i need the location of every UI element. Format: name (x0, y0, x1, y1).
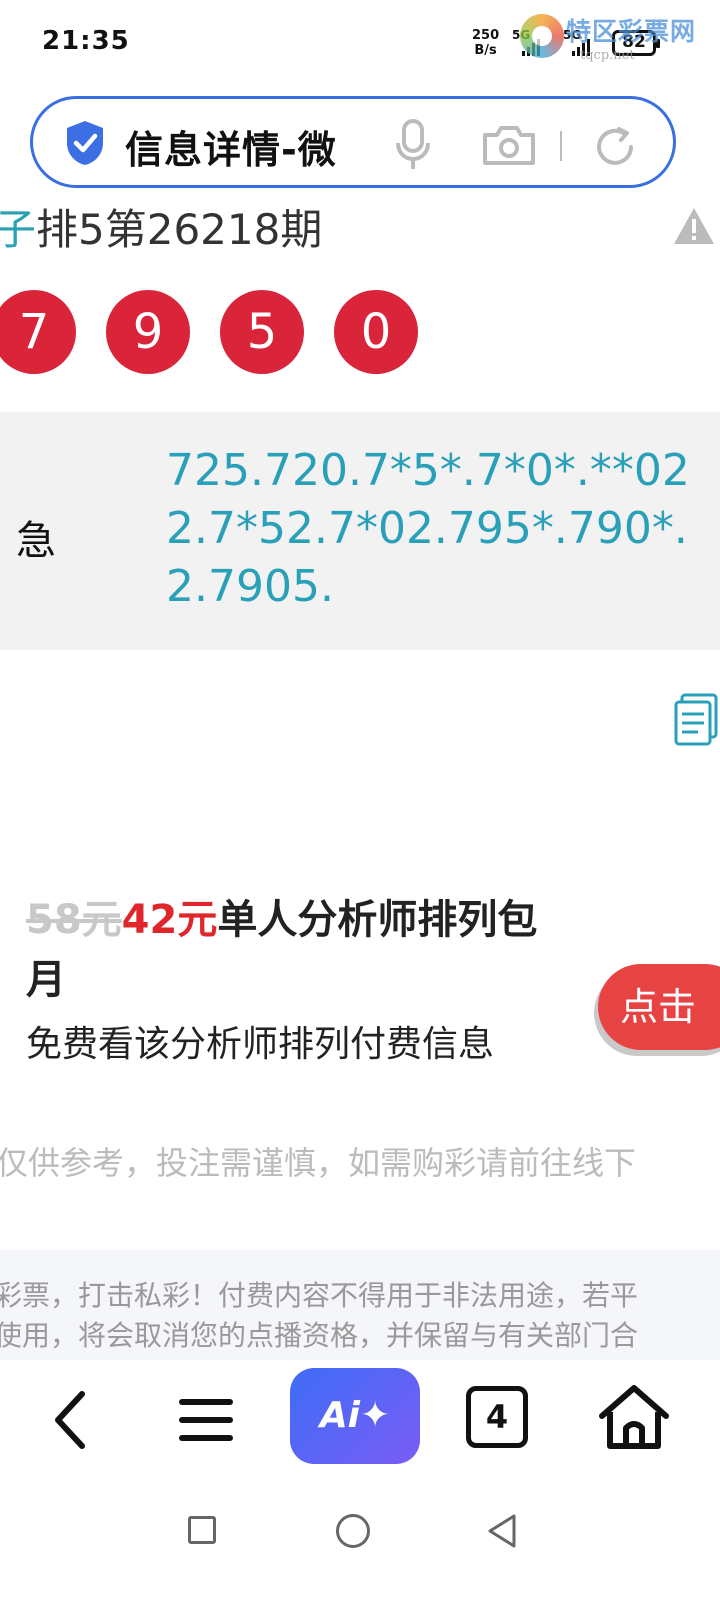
prediction-line: 2.7905. (166, 561, 334, 612)
watermark: 特区彩票网 tqcp.net (520, 8, 716, 70)
watermark-site-name: 特区彩票网 (566, 17, 697, 46)
prediction-line: 725.720.7*5*.7*0*.**02 (166, 445, 690, 496)
status-bar: 21:35 250 B/s 5G 5G 82 特区彩票网 tqcp.net (0, 0, 720, 92)
net-speed-value: 250 (472, 28, 500, 43)
new-price: 42元 (121, 897, 218, 943)
recents-icon[interactable] (188, 1516, 216, 1544)
back-nav-icon[interactable] (486, 1512, 518, 1550)
home-nav-icon[interactable] (336, 1514, 370, 1548)
prediction-panel: 急 725.720.7*5*.7*0*.**02 2.7*52.7*02.795… (0, 412, 720, 650)
page-title: 信息详情-微 (125, 128, 337, 172)
tabs-button[interactable]: 4 (466, 1386, 528, 1448)
watermark-url: tqcp.net (580, 48, 635, 63)
number-ball: 9 (106, 290, 190, 374)
number-ball: 7 (0, 290, 76, 374)
buy-button[interactable]: 点击 (598, 964, 720, 1050)
old-price: 58元 (26, 897, 122, 943)
browser-toolbar: Ai✦ 4 (0, 1360, 720, 1484)
prediction-numbers: 725.720.7*5*.7*0*.**02 2.7*52.7*02.795*.… (166, 442, 690, 616)
prediction-line: 2.7*52.7*02.795*.790*. (166, 503, 688, 554)
ai-assistant-button[interactable]: Ai✦ (290, 1368, 420, 1464)
net-speed-unit: B/s (474, 43, 497, 58)
warning-icon[interactable] (672, 206, 716, 246)
disclaimer-text: 仅供参考，投注需谨慎，如需购彩请前往线下 (0, 1144, 637, 1182)
number-ball: 5 (220, 290, 304, 374)
refresh-icon[interactable] (593, 125, 637, 169)
period-prefix: 子 (0, 205, 37, 254)
home-icon[interactable] (596, 1382, 672, 1452)
result-numbers: 7 9 5 0 (0, 290, 418, 374)
notice-line: 使用，将会取消您的点播资格，并保留与有关部门合 (0, 1319, 639, 1352)
toolbar-divider (560, 131, 562, 161)
lottery-period: 子排5第26218期 (0, 196, 322, 257)
shield-check-icon (67, 121, 103, 165)
panel-label: 急 (16, 518, 56, 564)
status-time: 21:35 (42, 26, 130, 56)
back-icon[interactable] (44, 1386, 96, 1454)
period-text: 排5第26218期 (36, 205, 323, 254)
address-bar[interactable]: 信息详情-微 (30, 96, 676, 188)
network-speed: 250 B/s (472, 28, 499, 58)
notice-line: 彩票，打击私彩！付费内容不得用于非法用途，若平 (0, 1279, 639, 1312)
number-ball: 0 (334, 290, 418, 374)
watermark-logo-icon (520, 14, 564, 58)
legal-notice: 彩票，打击私彩！付费内容不得用于非法用途，若平 使用，将会取消您的点播资格，并保… (0, 1250, 720, 1360)
mic-icon[interactable] (393, 119, 433, 171)
camera-icon[interactable] (481, 123, 537, 167)
system-navigation-bar (0, 1484, 720, 1604)
promo-title: 58元42元单人分析师排列包月 (26, 890, 556, 1010)
promo-description: 免费看该分析师排列付费信息 (26, 1024, 495, 1065)
document-icon[interactable] (672, 692, 720, 748)
menu-icon[interactable] (178, 1392, 234, 1448)
